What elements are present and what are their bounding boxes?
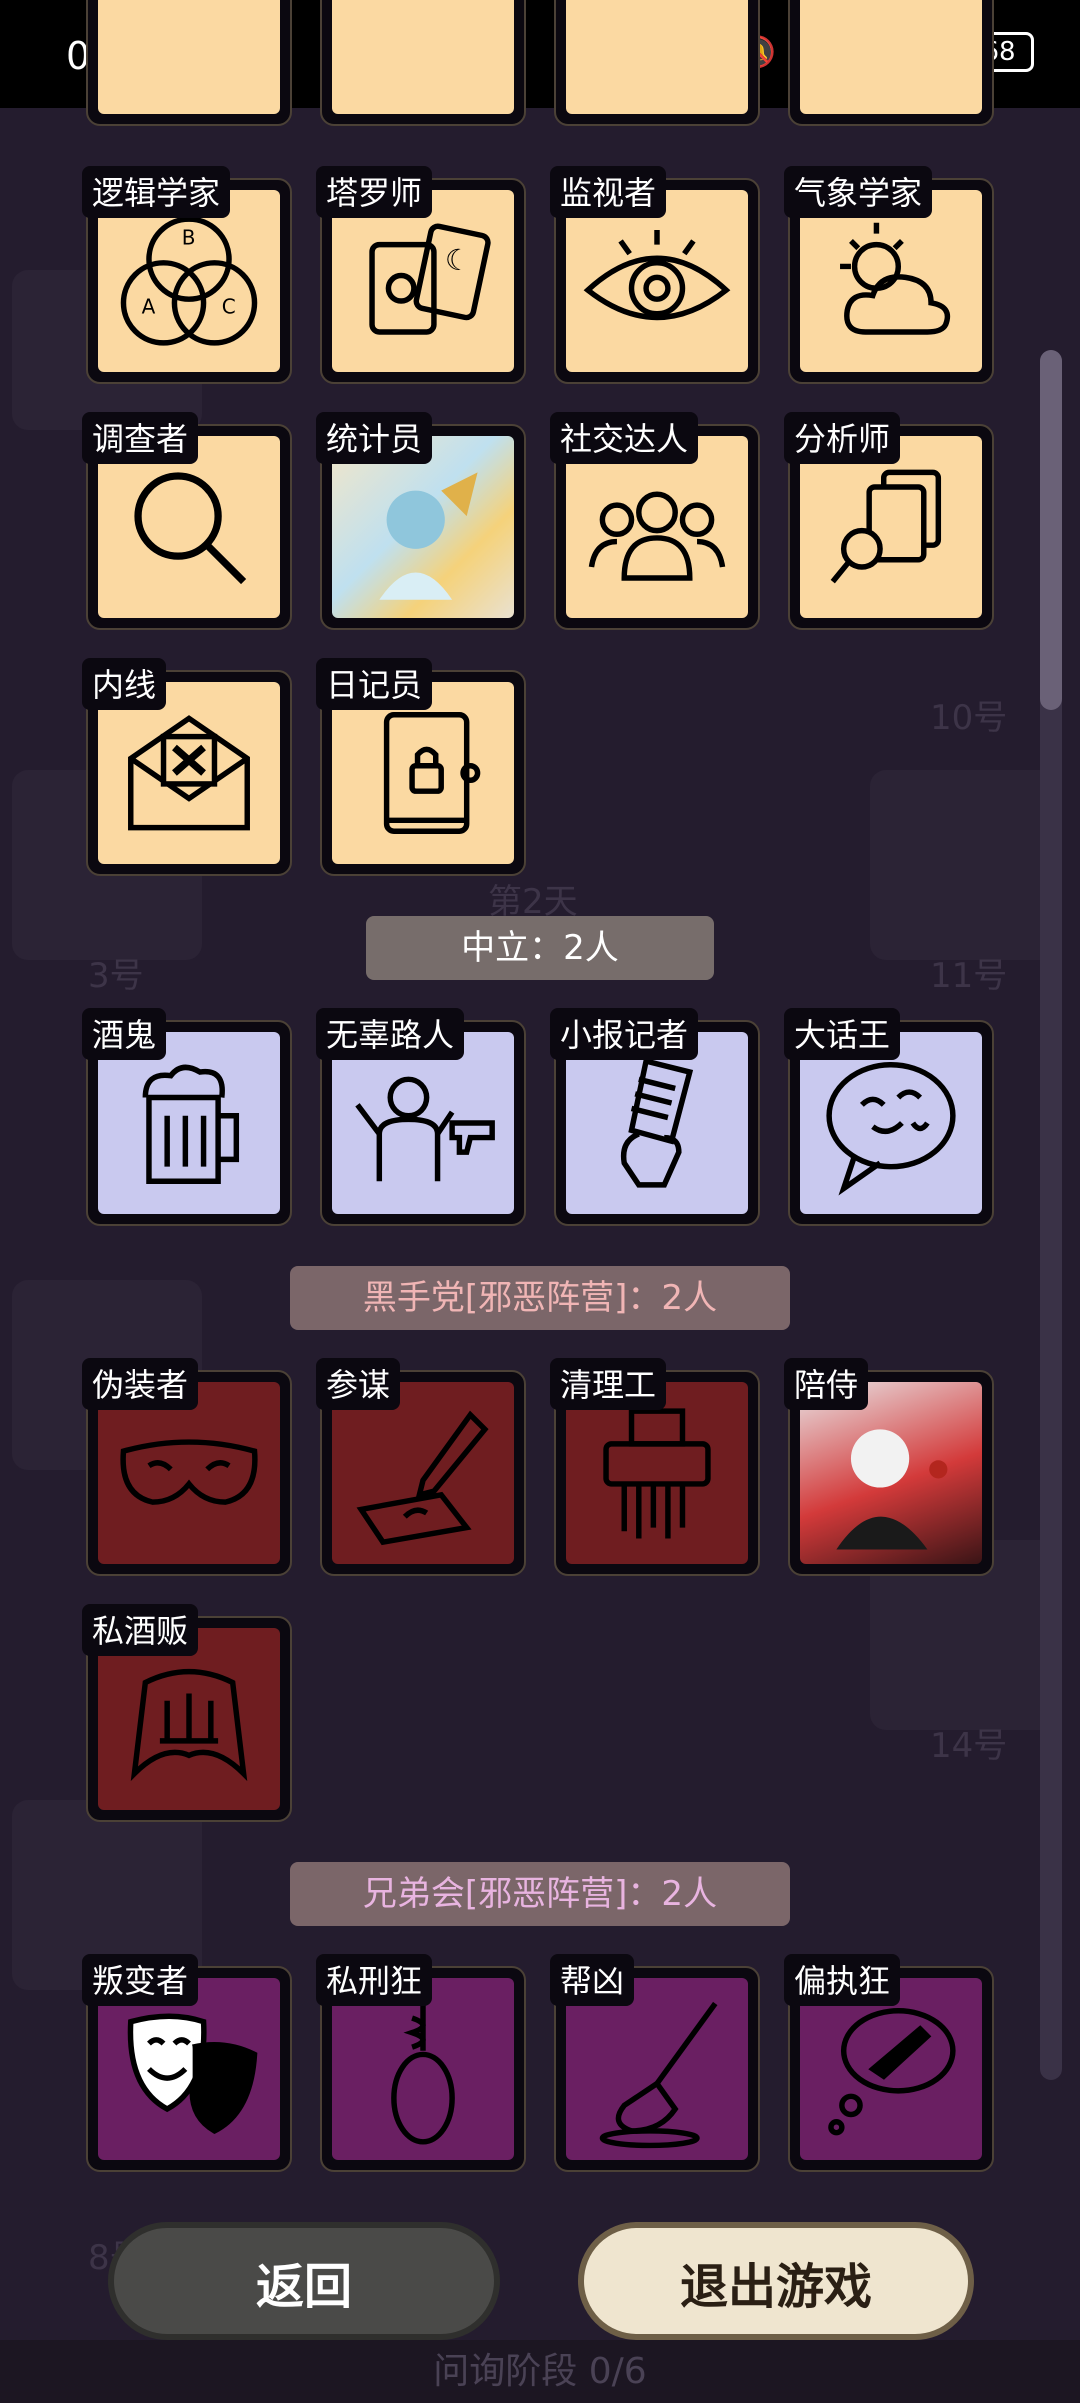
role-card-statistician[interactable]: 统计员 <box>316 412 526 630</box>
role-card-partial[interactable] <box>320 0 526 126</box>
exit-game-button[interactable]: 退出游戏 <box>578 2222 974 2340</box>
role-name: 日记员 <box>316 658 433 710</box>
role-name: 分析师 <box>784 412 901 464</box>
bg-seat-label: 3号 <box>88 956 144 996</box>
role-name: 内线 <box>82 658 167 710</box>
role-name: 塔罗师 <box>316 166 433 218</box>
brotherhood-category-header: 兄弟会[邪恶阵营]：2人 <box>290 1862 790 1926</box>
role-card-consigliere[interactable]: 参谋 <box>316 1358 526 1576</box>
role-card-investigator[interactable]: 调查者 <box>82 412 292 630</box>
role-name: 偏执狂 <box>784 1954 901 2006</box>
role-card-disguiser[interactable]: 伪装者 <box>82 1358 292 1576</box>
role-card-bootlegger[interactable]: 私酒贩 <box>82 1604 292 1822</box>
role-name: 气象学家 <box>784 166 933 218</box>
role-card-informant[interactable]: 内线 <box>82 658 292 876</box>
phase-indicator: 问询阶段 0/6 <box>0 2340 1080 2403</box>
role-card-meteorologist[interactable]: 气象学家 <box>784 166 994 384</box>
role-card-lyncher[interactable]: 私刑狂 <box>316 1954 526 2172</box>
role-card-analyst[interactable]: 分析师 <box>784 412 994 630</box>
svg-text:A: A <box>142 295 156 319</box>
role-card-innocent-bystander[interactable]: 无辜路人 <box>316 1008 526 1226</box>
role-card-braggart[interactable]: 大话王 <box>784 1008 994 1226</box>
bg-seat-label: 14号 <box>930 1726 1008 1766</box>
back-button[interactable]: 返回 <box>108 2222 500 2340</box>
role-name: 监视者 <box>550 166 667 218</box>
role-name: 无辜路人 <box>316 1008 465 1060</box>
svg-text:B: B <box>182 226 196 250</box>
role-name: 叛变者 <box>82 1954 199 2006</box>
role-card-traitor[interactable]: 叛变者 <box>82 1954 292 2172</box>
neutral-category-header: 中立：2人 <box>366 916 714 980</box>
role-name: 私刑狂 <box>316 1954 433 2006</box>
role-name: 小报记者 <box>550 1008 699 1060</box>
role-card-watcher[interactable]: 监视者 <box>550 166 760 384</box>
mafia-category-header: 黑手党[邪恶阵营]：2人 <box>290 1266 790 1330</box>
role-card-tabloid-reporter[interactable]: 小报记者 <box>550 1008 760 1226</box>
role-name: 大话王 <box>784 1008 901 1060</box>
role-name: 酒鬼 <box>82 1008 167 1060</box>
role-name: 参谋 <box>316 1358 401 1410</box>
role-name: 陪侍 <box>784 1358 869 1410</box>
role-card-partial[interactable] <box>554 0 760 126</box>
role-card-escort[interactable]: 陪侍 <box>784 1358 994 1576</box>
role-card-paranoid[interactable]: 偏执狂 <box>784 1954 994 2172</box>
role-card-janitor[interactable]: 清理工 <box>550 1358 760 1576</box>
bg-seat-label: 10号 <box>930 698 1008 738</box>
svg-text:C: C <box>222 295 236 319</box>
role-card-partial[interactable] <box>86 0 292 126</box>
scrollbar-thumb[interactable] <box>1040 350 1062 710</box>
role-card-socialite[interactable]: 社交达人 <box>550 412 760 630</box>
bg-seat-card <box>870 770 1060 960</box>
role-name: 伪装者 <box>82 1358 199 1410</box>
role-card-accomplice[interactable]: 帮凶 <box>550 1954 760 2172</box>
role-name: 社交达人 <box>550 412 699 464</box>
role-name: 私酒贩 <box>82 1604 199 1656</box>
svg-text:☾: ☾ <box>445 243 471 277</box>
role-name: 帮凶 <box>550 1954 635 2006</box>
role-name: 逻辑学家 <box>82 166 231 218</box>
bg-seat-label: 11号 <box>930 956 1008 996</box>
role-name: 调查者 <box>82 412 199 464</box>
role-card-diarist[interactable]: 日记员 <box>316 658 526 876</box>
role-card-drunkard[interactable]: 酒鬼 <box>82 1008 292 1226</box>
role-name: 清理工 <box>550 1358 667 1410</box>
role-name: 统计员 <box>316 412 433 464</box>
role-card-partial[interactable] <box>788 0 994 126</box>
role-card-tarot[interactable]: ☾ 塔罗师 <box>316 166 526 384</box>
role-card-logician[interactable]: B A C 逻辑学家 <box>82 166 292 384</box>
